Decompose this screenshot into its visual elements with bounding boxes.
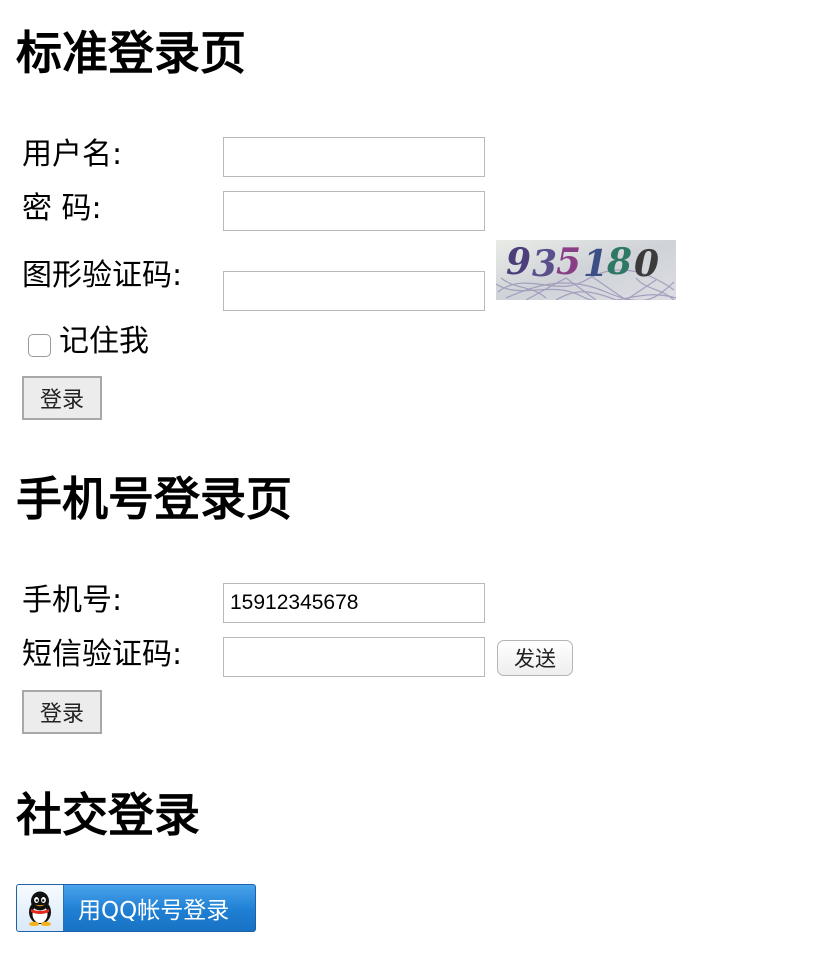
svg-text:8: 8 (606, 241, 632, 283)
username-input[interactable] (223, 137, 485, 177)
username-label: 用户名: (22, 137, 123, 172)
phone-input[interactable] (223, 583, 485, 623)
standard-login-heading: 标准登录页 (16, 26, 246, 80)
remember-me-checkbox[interactable] (28, 334, 51, 357)
send-sms-button[interactable]: 发送 (497, 640, 573, 676)
svg-text:9: 9 (506, 241, 531, 283)
captcha-graphic: 9 3 5 1 8 0 (496, 240, 676, 300)
qq-login-button[interactable]: 用QQ帐号登录 (16, 884, 256, 932)
password-input[interactable] (223, 191, 485, 231)
standard-login-button[interactable]: 登录 (22, 376, 102, 420)
captcha-label: 图形验证码: (22, 258, 183, 293)
remember-me-label: 记住我 (59, 324, 149, 359)
sms-code-input[interactable] (223, 637, 485, 677)
mobile-login-heading: 手机号登录页 (16, 472, 292, 526)
svg-text:1: 1 (583, 243, 608, 285)
svg-text:5: 5 (556, 241, 581, 283)
mobile-login-button[interactable]: 登录 (22, 690, 102, 734)
qq-penguin-icon (17, 885, 64, 931)
sms-code-label: 短信验证码: (22, 637, 183, 672)
social-login-heading: 社交登录 (16, 788, 200, 842)
svg-text:0: 0 (634, 243, 659, 285)
captcha-image[interactable]: 9 3 5 1 8 0 (496, 240, 676, 300)
phone-label: 手机号: (22, 583, 123, 618)
password-label: 密 码: (22, 191, 102, 226)
qq-login-label: 用QQ帐号登录 (78, 898, 230, 924)
captcha-input[interactable] (223, 271, 485, 311)
svg-text:3: 3 (532, 243, 557, 285)
